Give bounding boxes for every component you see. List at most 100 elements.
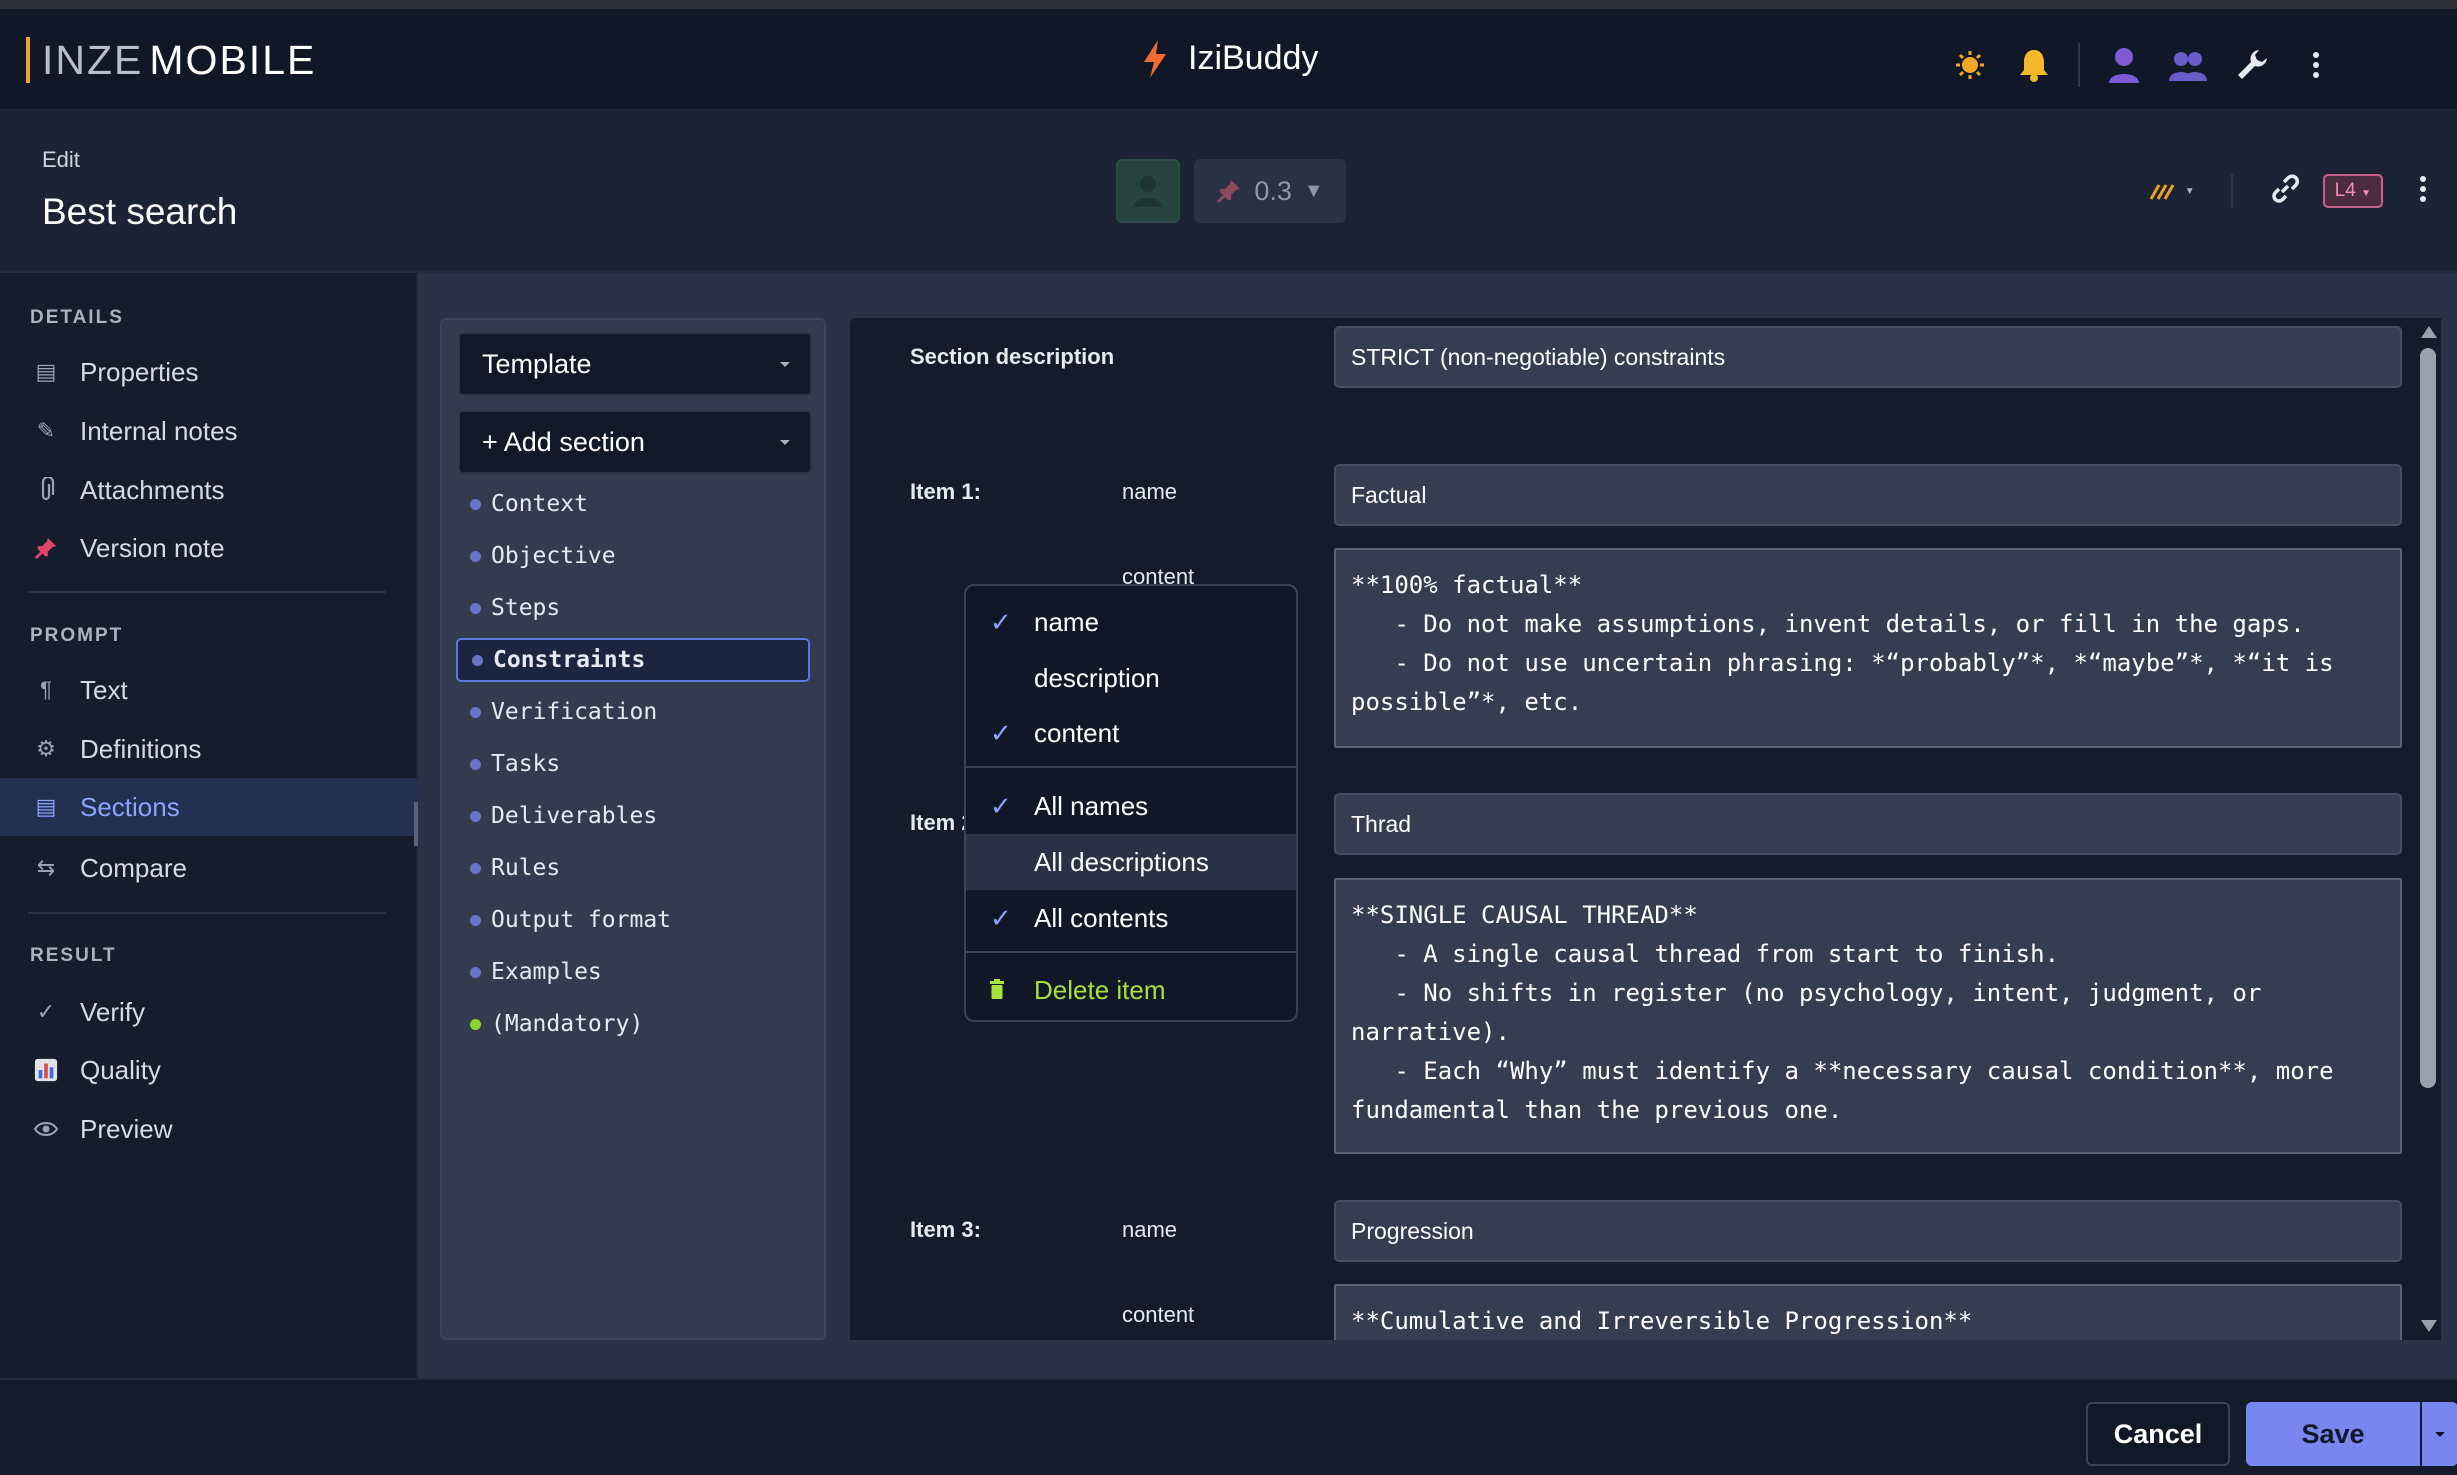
- temperature-dropdown[interactable]: 0.3 ▼: [1194, 159, 1346, 223]
- menu-item-label: All descriptions: [1034, 846, 1209, 877]
- sidebar-item-sections[interactable]: ▤ Sections: [0, 778, 418, 836]
- section-description-input[interactable]: STRICT (non-negotiable) constraints: [1334, 326, 2402, 388]
- item-1-name-input[interactable]: Factual: [1334, 464, 2402, 526]
- bullet-icon: [470, 914, 481, 926]
- bar-chart-icon: [34, 1057, 58, 1083]
- item-context-menu: ✓ name description ✓ content ✓ All names Al…: [964, 584, 1298, 1022]
- sun-icon[interactable]: [1950, 45, 1990, 85]
- menu-item-all-descriptions[interactable]: All descriptions: [966, 834, 1296, 890]
- check-icon: ✓: [990, 790, 1012, 821]
- item-3-content-textarea[interactable]: **Cumulative and Irreversible Progressio…: [1334, 1284, 2402, 1340]
- sidebar-item-preview[interactable]: Preview: [0, 1100, 418, 1158]
- caret-down-icon: ▼: [2361, 188, 2371, 199]
- section-item-constraints[interactable]: Constraints: [456, 638, 810, 682]
- item-1-label: Item 1:: [910, 479, 981, 504]
- stripes-icon: [2148, 184, 2177, 200]
- item-2-content-textarea[interactable]: **SINGLE CAUSAL THREAD** - A single caus…: [1334, 878, 2402, 1154]
- logo[interactable]: INZE MOBILE: [26, 37, 316, 83]
- app-name: IziBuddy: [1188, 39, 1319, 77]
- sidebar-item-label: Version note: [80, 532, 225, 563]
- sidebar-group-result: RESULT: [30, 945, 117, 966]
- section-item-tasks[interactable]: Tasks: [456, 742, 810, 786]
- caret-down-icon: [780, 440, 790, 445]
- sidebar-item-quality[interactable]: Quality: [0, 1041, 418, 1099]
- temperature-value: 0.3: [1254, 175, 1292, 206]
- pin-icon: [1217, 180, 1241, 204]
- item-1-content-textarea[interactable]: **100% factual** - Do not make assumptio…: [1334, 548, 2402, 748]
- scroll-up-icon[interactable]: [2421, 326, 2437, 338]
- logo-text-1: INZE: [42, 36, 144, 83]
- section-description-label: Section description: [910, 344, 1115, 369]
- scroll-down-icon[interactable]: [2421, 1320, 2437, 1332]
- sidebar-item-attachments[interactable]: Attachments: [0, 461, 418, 519]
- bullet-icon: [470, 966, 481, 978]
- sidebar-item-internal-notes[interactable]: ✎ Internal notes: [0, 402, 418, 460]
- divider: [2078, 43, 2080, 87]
- level-badge-dropdown[interactable]: L4 ▼: [2322, 174, 2383, 208]
- check-icon: ✓: [990, 902, 1012, 933]
- lightning-icon: [1144, 39, 1166, 78]
- user-icon[interactable]: [2104, 45, 2144, 85]
- eye-icon: [34, 1121, 58, 1137]
- template-dropdown[interactable]: Template: [458, 332, 812, 396]
- section-item-output-format[interactable]: Output format: [456, 898, 810, 942]
- sidebar-group-details: DETAILS: [30, 307, 124, 328]
- menu-item-toggle-description[interactable]: description: [966, 650, 1296, 706]
- section-item-examples[interactable]: Examples: [456, 950, 810, 994]
- section-item-objective[interactable]: Objective: [456, 534, 810, 578]
- section-label: Output format: [491, 907, 672, 933]
- section-label: Verification: [491, 699, 658, 725]
- cancel-button[interactable]: Cancel: [2086, 1402, 2230, 1466]
- add-section-dropdown[interactable]: + Add section: [458, 410, 812, 474]
- list-icon: ▤: [35, 359, 57, 384]
- item-3-name-label: name: [1122, 1217, 1178, 1242]
- users-icon[interactable]: [2168, 45, 2208, 85]
- section-item-verification[interactable]: Verification: [456, 690, 810, 734]
- model-avatar-button[interactable]: [1116, 159, 1180, 223]
- section-item-context[interactable]: Context: [456, 482, 810, 526]
- link-icon[interactable]: [2269, 173, 2301, 210]
- divider: [28, 591, 386, 593]
- save-button[interactable]: Save: [2246, 1402, 2420, 1466]
- bell-icon[interactable]: [2014, 45, 2054, 85]
- section-item-rules[interactable]: Rules: [456, 846, 810, 890]
- item-1-name-label: name: [1122, 479, 1178, 504]
- editor-scrollbar[interactable]: [2415, 318, 2441, 1340]
- scroll-thumb[interactable]: [2420, 348, 2436, 1088]
- section-label: Context: [491, 491, 588, 517]
- menu-item-all-contents[interactable]: ✓ All contents: [966, 890, 1296, 946]
- section-item-deliverables[interactable]: Deliverables: [456, 794, 810, 838]
- paperclip-icon: [34, 477, 58, 503]
- sidebar-item-label: Sections: [80, 791, 180, 822]
- sidebar-item-compare[interactable]: ⇆ Compare: [0, 839, 418, 897]
- section-label: Constraints: [493, 647, 646, 673]
- bullet-icon: [470, 602, 481, 614]
- menu-item-toggle-name[interactable]: ✓ name: [966, 594, 1296, 650]
- menu-item-label: content: [1034, 717, 1120, 748]
- item-3-name-input[interactable]: Progression: [1334, 1200, 2402, 1262]
- wrench-icon[interactable]: [2232, 45, 2272, 85]
- sidebar-item-version-note[interactable]: Version note: [0, 519, 418, 577]
- menu-item-toggle-content[interactable]: ✓ content: [966, 705, 1296, 761]
- save-options-button[interactable]: [2422, 1402, 2457, 1466]
- section-item-steps[interactable]: Steps: [456, 586, 810, 630]
- sidebar-item-text[interactable]: ¶ Text: [0, 661, 418, 719]
- section-item-mandatory[interactable]: (Mandatory): [456, 1002, 810, 1046]
- sections-icon: ▤: [35, 794, 57, 819]
- more-vertical-icon[interactable]: [2296, 45, 2336, 85]
- check-icon: ✓: [990, 606, 1012, 637]
- sidebar-item-label: Definitions: [80, 733, 202, 764]
- menu-item-all-names[interactable]: ✓ All names: [966, 778, 1296, 834]
- sidebar-item-properties[interactable]: ▤ Properties: [0, 343, 418, 401]
- menu-item-label: Delete item: [1034, 974, 1166, 1005]
- page-title: Best search: [42, 191, 238, 232]
- more-vertical-icon[interactable]: [2419, 175, 2427, 207]
- item-2-name-input[interactable]: Thrad: [1334, 793, 2402, 855]
- sidebar-item-verify[interactable]: ✓ Verify: [0, 983, 418, 1041]
- sidebar-item-definitions[interactable]: ⚙ Definitions: [0, 720, 418, 778]
- template-label: Template: [482, 348, 592, 379]
- divider: [2230, 174, 2233, 208]
- menu-item-delete-item[interactable]: Delete item: [966, 962, 1296, 1018]
- header-actions: ▼ L4 ▼: [2148, 171, 2427, 211]
- flag-dropdown[interactable]: ▼: [2148, 181, 2195, 201]
